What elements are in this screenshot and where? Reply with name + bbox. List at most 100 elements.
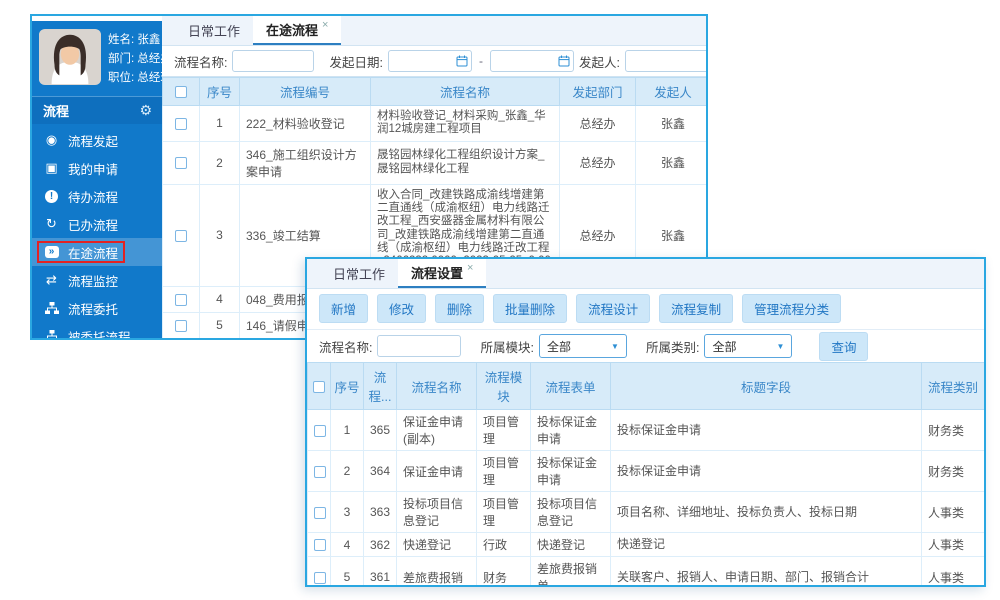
table-row[interactable]: 5 361 差旅费报销 财务 差旅费报销单 关联客户、报销人、申请日期、部门、报… — [308, 557, 985, 586]
tab-daily-work-2[interactable]: 日常工作 — [320, 259, 398, 288]
cell-category: 财务类 — [922, 410, 985, 451]
module-select[interactable]: 全部 ▼ — [539, 334, 627, 358]
col-header-person: 发起人 — [636, 78, 707, 106]
sidebar-item-process-monitor[interactable]: ⇄ 流程监控 — [32, 266, 162, 294]
row-checkbox[interactable] — [314, 425, 326, 437]
cell-category: 财务类 — [922, 451, 985, 492]
sidebar-item-done-processes[interactable]: ↻ 已办流程 — [32, 210, 162, 238]
table-row[interactable]: 1 365 保证金申请 (副本) 项目管理 投标保证金申请 投标保证金申请 财务… — [308, 410, 985, 451]
cell-code: 363 — [364, 492, 397, 533]
toolbar-button[interactable]: 删除 — [435, 294, 484, 323]
sidebar-item-delegated-processes[interactable]: 被委托流程 — [32, 322, 162, 338]
sidebar-item-process-start[interactable]: ◉ 流程发起 — [32, 126, 162, 154]
select-all-checkbox[interactable] — [175, 86, 187, 98]
table-row[interactable]: 1 222_材料验收登记 材料验收登记_材料采购_张鑫_华润12城房建工程项目 … — [163, 106, 707, 142]
col-header-code-2: 流程... — [364, 363, 397, 410]
sitemap-icon — [43, 328, 60, 338]
cell-title-fields: 关联客户、报销人、申请日期、部门、报销合计 — [611, 557, 922, 586]
cell-dept: 总经办 — [560, 141, 636, 184]
cell-module: 项目管理 — [477, 451, 531, 492]
redo-icon: ↻ — [43, 216, 60, 232]
close-icon[interactable]: × — [467, 262, 473, 274]
process-name-input-2[interactable] — [377, 335, 461, 357]
chevron-down-icon: ▼ — [611, 342, 619, 351]
profile-name: 姓名: 张鑫 — [108, 31, 162, 50]
cell-module: 项目管理 — [477, 410, 531, 451]
select-all-checkbox[interactable] — [313, 381, 325, 393]
table-row[interactable]: 2 346_施工组织设计方案申请 晟铭园林绿化工程组织设计方案_晟铭园林绿化工程… — [163, 141, 707, 184]
row-checkbox[interactable] — [175, 294, 187, 306]
row-checkbox[interactable] — [314, 466, 326, 478]
sidebar: 姓名: 张鑫 部门: 总经办 职位: 总经理 流程 ⚙ ◉ 流程发起 ▣ 我的申… — [32, 21, 162, 338]
tab-in-transit[interactable]: 在途流程 × — [253, 16, 341, 45]
toolbar-button[interactable]: 管理流程分类 — [742, 294, 841, 323]
row-checkbox[interactable] — [175, 157, 187, 169]
window2-main: 日常工作 流程设置 × 新增 修改 删除 批量删除 流程设计 流程复制 管理流程… — [307, 259, 984, 585]
cell-person: 张鑫 — [636, 141, 707, 184]
table-row[interactable]: 2 364 保证金申请 项目管理 投标保证金申请 投标保证金申请 财务类 — [308, 451, 985, 492]
date-from-wrap — [388, 50, 472, 72]
window2-table-zone: 序号 流程... 流程名称 流程模块 流程表单 标题字段 流程类别 1 — [307, 362, 984, 585]
toolbar-button[interactable]: 批量删除 — [493, 294, 567, 323]
date-separator: - — [479, 54, 483, 68]
cell-code: 346_施工组织设计方案申请 — [240, 141, 371, 184]
process-name-label: 流程名称: — [174, 52, 227, 71]
col-header-code: 流程编号 — [240, 78, 371, 106]
row-checkbox[interactable] — [314, 539, 326, 551]
tab-daily-work[interactable]: 日常工作 — [175, 16, 253, 45]
query-button[interactable]: 查询 — [819, 332, 868, 361]
user-profile: 姓名: 张鑫 部门: 总经办 职位: 总经理 — [32, 21, 162, 97]
toolbar-button[interactable]: 流程设计 — [576, 294, 650, 323]
toolbar-button[interactable]: 新增 — [319, 294, 368, 323]
cell-category: 人事类 — [922, 492, 985, 533]
cell-code: 362 — [364, 533, 397, 557]
toolbar-button[interactable]: 流程复制 — [659, 294, 733, 323]
toolbar-button[interactable]: 修改 — [377, 294, 426, 323]
cell-no: 5 — [331, 557, 364, 586]
cell-title-fields: 项目名称、详细地址、投标负责人、投标日期 — [611, 492, 922, 533]
cell-code: 361 — [364, 557, 397, 586]
row-checkbox[interactable] — [175, 230, 187, 242]
close-icon[interactable]: × — [322, 19, 328, 31]
row-checkbox[interactable] — [314, 507, 326, 519]
sidebar-item-my-applications[interactable]: ▣ 我的申请 — [32, 154, 162, 182]
window1-filter-row: 流程名称: 发起日期: - 发起人: — [162, 46, 706, 77]
row-checkbox[interactable] — [314, 572, 326, 584]
col-header-name-2: 流程名称 — [397, 363, 477, 410]
initiator-input[interactable] — [625, 50, 706, 72]
select-all-header-2 — [308, 363, 331, 410]
cell-dept: 总经办 — [560, 106, 636, 142]
sidebar-item-in-transit-processes[interactable]: » 在途流程 — [32, 238, 162, 266]
cell-no: 4 — [200, 286, 240, 312]
table-row[interactable]: 3 363 投标项目信息登记 项目管理 投标项目信息登记 项目名称、详细地址、投… — [308, 492, 985, 533]
window2-tabbar: 日常工作 流程设置 × — [307, 259, 984, 289]
calendar-icon — [558, 55, 570, 67]
row-checkbox[interactable] — [175, 118, 187, 130]
gear-icon[interactable]: ⚙ — [139, 102, 152, 119]
table-row[interactable]: 4 362 快递登记 行政 快递登记 快递登记 人事类 — [308, 533, 985, 557]
row-checkbox[interactable] — [175, 320, 187, 332]
cell-name: 材料验收登记_材料采购_张鑫_华润12城房建工程项目 — [371, 106, 560, 142]
window2-filter-row: 流程名称: 所属模块: 全部 ▼ 所属类别: 全部 ▼ 查询 — [307, 330, 984, 362]
chevron-down-icon: ▼ — [777, 342, 785, 351]
toolbar: 新增 修改 删除 批量删除 流程设计 流程复制 管理流程分类 — [307, 289, 984, 330]
start-date-label: 发起日期: — [329, 52, 382, 71]
cell-no: 5 — [200, 312, 240, 338]
cell-name: 晟铭园林绿化工程组织设计方案_晟铭园林绿化工程 — [371, 141, 560, 184]
calendar-icon — [456, 55, 468, 67]
in-progress-icon: » — [43, 244, 60, 260]
sidebar-item-process-delegate[interactable]: 流程委托 — [32, 294, 162, 322]
sidebar-item-todo-processes[interactable]: ! 待办流程 — [32, 182, 162, 210]
tab-process-settings[interactable]: 流程设置 × — [398, 259, 486, 288]
cell-person: 张鑫 — [636, 106, 707, 142]
cell-form: 投标保证金申请 — [531, 410, 611, 451]
col-header-category: 流程类别 — [922, 363, 985, 410]
category-select[interactable]: 全部 ▼ — [704, 334, 792, 358]
cell-title-fields: 快递登记 — [611, 533, 922, 557]
initiator-label: 发起人: — [579, 52, 620, 71]
process-name-input[interactable] — [232, 50, 314, 72]
sidebar-section-header: 流程 ⚙ — [32, 97, 162, 124]
cell-category: 人事类 — [922, 533, 985, 557]
cell-form: 投标保证金申请 — [531, 451, 611, 492]
cell-form: 快递登记 — [531, 533, 611, 557]
